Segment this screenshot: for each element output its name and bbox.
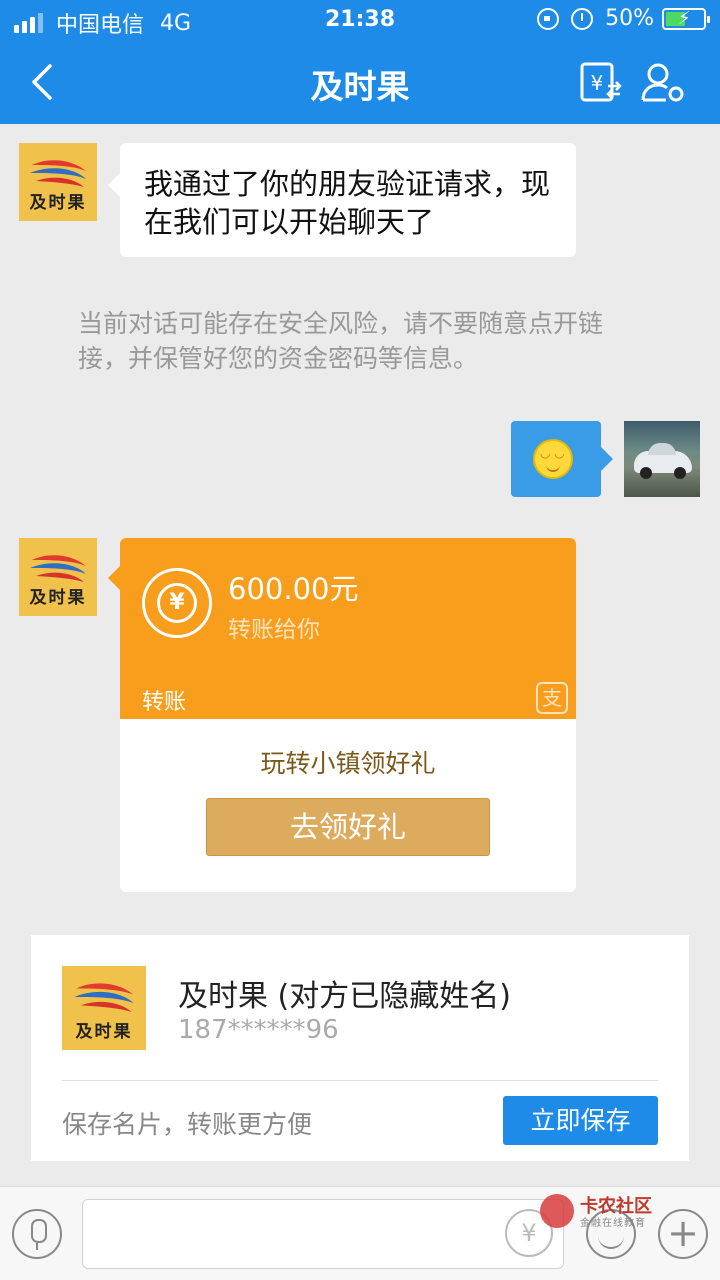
contact-phone: 187******96 xyxy=(178,1015,339,1045)
nav-bar: 及时果 ¥ xyxy=(0,40,720,124)
contact-card: 及时果 及时果 (对方已隐藏姓名) 187******96 保存名片，转账更方便… xyxy=(31,935,689,1161)
alipay-icon: 支 xyxy=(536,682,568,714)
my-avatar[interactable] xyxy=(624,421,700,497)
logo-text: 及时果 xyxy=(29,193,87,213)
promo-text: 玩转小镇领好礼 xyxy=(260,749,436,778)
transfer-label: 转账 xyxy=(142,690,187,715)
logo-text: 及时果 xyxy=(29,588,87,608)
alarm-icon xyxy=(571,7,594,30)
watermark-logo-icon xyxy=(540,1194,574,1228)
rotation-lock-icon xyxy=(537,7,560,30)
transfer-subtitle: 转账给你 xyxy=(228,617,320,643)
fruit-logo-icon xyxy=(30,160,86,187)
watermark-subtitle: 金融在线教育 xyxy=(580,1218,646,1229)
contact-avatar[interactable]: 及时果 xyxy=(19,538,97,616)
message-input[interactable] xyxy=(82,1199,564,1269)
fruit-logo-icon xyxy=(74,983,134,1012)
transfer-amount: 600.00元 xyxy=(228,572,359,606)
fruit-logo-icon xyxy=(30,555,86,582)
transfer-card[interactable]: ¥ 600.00元 转账给你 转账 支 玩转小镇领好礼 去领好礼 xyxy=(120,538,576,892)
status-bar: 中国电信 4G 21:38 50% ⚡ xyxy=(0,0,720,40)
watermark: 卡农社区 金融在线教育 xyxy=(540,1192,670,1232)
contact-name: 及时果 (对方已隐藏姓名) xyxy=(178,979,511,1014)
profile-settings-button[interactable] xyxy=(640,60,686,104)
yen-transfer-icon: ¥ xyxy=(580,62,622,102)
transfer-button[interactable]: ¥ xyxy=(578,60,622,104)
save-hint: 保存名片，转账更方便 xyxy=(62,1110,313,1139)
message-text: 我通过了你的朋友验证请求，现在我们可以开始聊天了 xyxy=(144,167,551,239)
divider xyxy=(62,1080,658,1081)
incoming-message-bubble[interactable]: 我通过了你的朋友验证请求，现在我们可以开始聊天了 xyxy=(108,143,576,257)
battery-icon: ⚡ xyxy=(662,7,710,30)
security-notice: 当前对话可能存在安全风险，请不要随意点开链接，并保管好您的资金密码等信息。 xyxy=(78,309,604,373)
svg-text:¥: ¥ xyxy=(591,71,604,95)
contact-card-avatar: 及时果 xyxy=(62,966,146,1050)
outgoing-message-bubble[interactable] xyxy=(511,421,613,497)
contact-avatar[interactable]: 及时果 xyxy=(19,143,97,221)
save-contact-button[interactable]: 立即保存 xyxy=(503,1096,658,1145)
transfer-header[interactable]: ¥ 600.00元 转账给你 转账 支 xyxy=(120,538,576,719)
transfer-yen-icon: ¥ xyxy=(142,568,212,638)
microphone-icon[interactable] xyxy=(12,1209,62,1259)
battery-percent: 50% xyxy=(605,6,654,31)
logo-text: 及时果 xyxy=(75,1022,133,1042)
claim-gift-button[interactable]: 去领好礼 xyxy=(206,798,490,856)
smiley-emoji-icon xyxy=(533,439,573,479)
user-settings-icon xyxy=(641,63,684,102)
